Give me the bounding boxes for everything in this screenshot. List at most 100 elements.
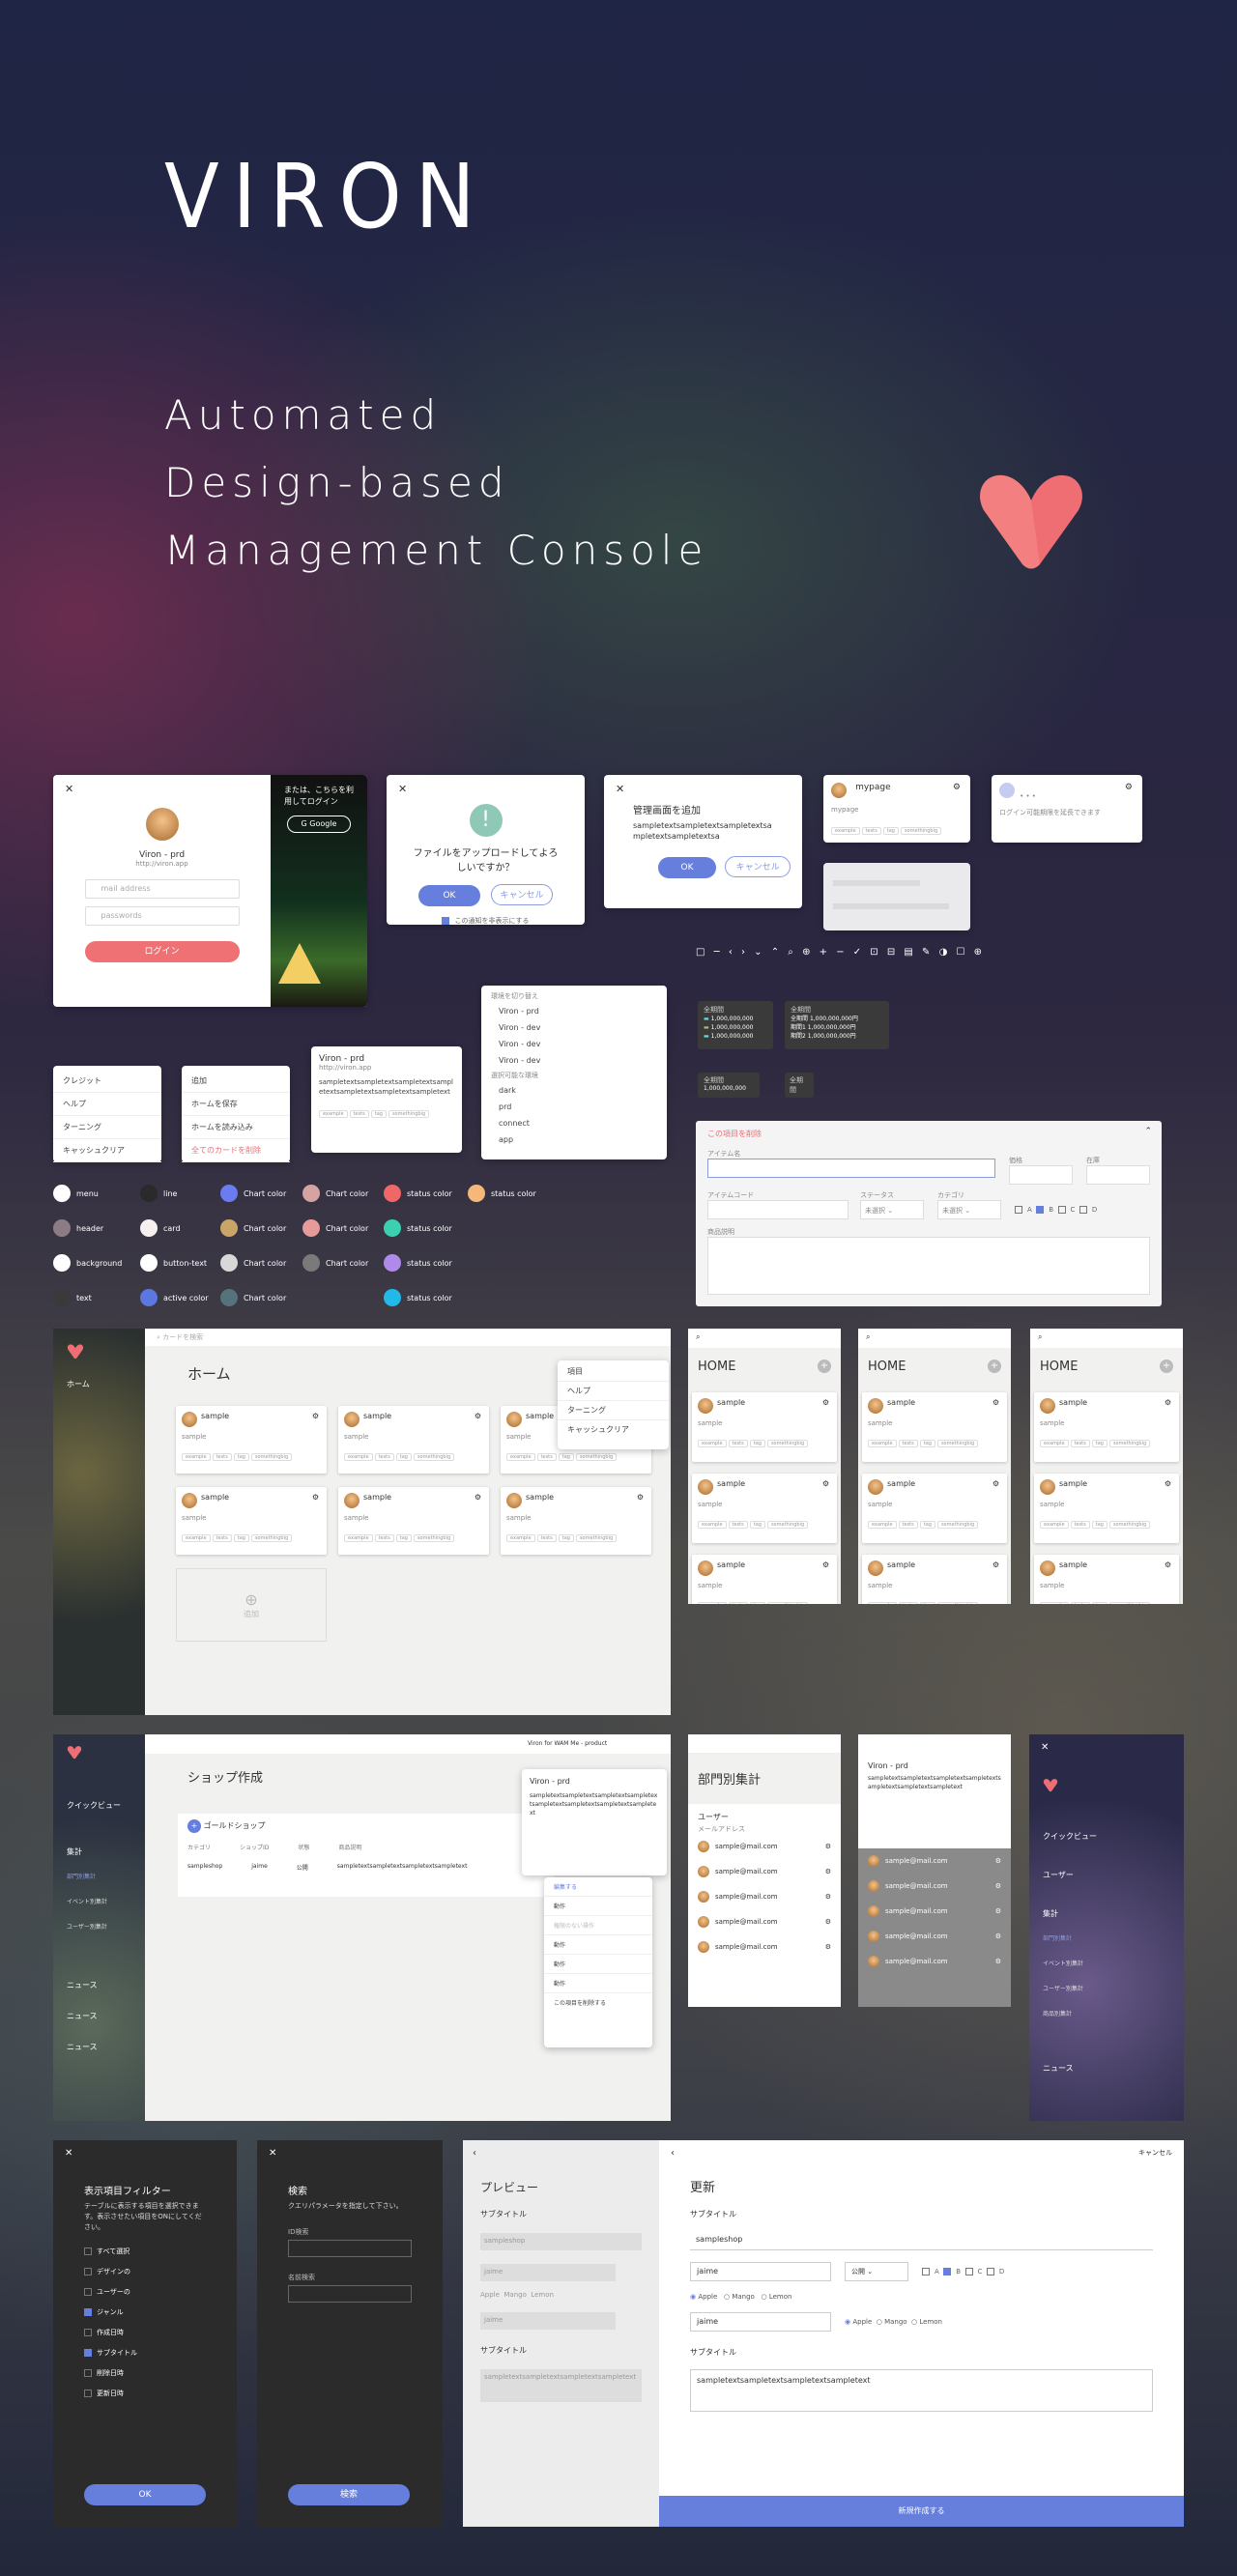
env-item[interactable]: Viron - dev (481, 1019, 667, 1036)
menu-item[interactable]: ホームを読み込み (182, 1116, 290, 1139)
radio[interactable]: ○ (724, 2293, 730, 2301)
list-item[interactable]: sample@mail.com ⚙ (858, 1899, 1011, 1924)
home-card[interactable]: sample ⚙ sample exampleteststagsomethingbig (862, 1392, 1007, 1462)
ok-button[interactable]: OK (84, 2484, 206, 2505)
menu-item[interactable]: 動作 (544, 1935, 652, 1955)
checkbox[interactable] (1015, 1206, 1022, 1214)
stock-input[interactable] (1086, 1165, 1150, 1185)
filter-option[interactable]: ユーザーの (84, 2287, 206, 2297)
plus-icon[interactable]: + (818, 1360, 831, 1373)
chevron-up-icon[interactable]: ⌃ (1144, 1127, 1152, 1136)
list-item[interactable]: sample@mail.com ⚙ (688, 1859, 841, 1884)
item-name-input[interactable] (707, 1159, 995, 1178)
gear-icon[interactable]: ⚙ (995, 1882, 1001, 1890)
close-icon[interactable]: ✕ (269, 2148, 276, 2159)
email-field[interactable]: mail address (84, 879, 240, 899)
checkbox[interactable] (84, 2369, 92, 2377)
menu-item[interactable]: この項目を削除する (544, 1993, 652, 2012)
gear-icon[interactable]: ⚙ (992, 1479, 999, 1488)
close-icon[interactable]: ✕ (398, 783, 407, 795)
home-card[interactable]: sample ⚙ sample exampleteststagsomethingbig (338, 1406, 489, 1474)
gear-icon[interactable]: ⚙ (637, 1493, 644, 1502)
env-item[interactable]: Viron - dev (481, 1036, 667, 1052)
search-input[interactable]: カードを検索 (162, 1333, 203, 1341)
radio[interactable]: ○ (877, 2318, 882, 2326)
back-icon[interactable]: ‹ (473, 2148, 476, 2159)
filter-option[interactable]: ジャンル (84, 2307, 206, 2317)
category-input[interactable]: jaime (690, 2312, 831, 2332)
plus-icon[interactable]: + (187, 1819, 201, 1833)
table-row[interactable]: sampleshop jaime 公開 sampletextsampletextsam… (178, 1855, 555, 1879)
nav-user[interactable]: ユーザー (1043, 1870, 1074, 1880)
menu-item[interactable]: ターニング (53, 1116, 161, 1139)
menu-item[interactable]: 動作 (544, 1897, 652, 1916)
name-search-input[interactable] (288, 2285, 412, 2303)
delete-link[interactable]: この項目を削除 (707, 1129, 1150, 1139)
home-card[interactable]: sample ⚙ sample exampleteststagsomethingbig (1034, 1392, 1179, 1462)
list-item[interactable]: sample@mail.com ⚙ (688, 1909, 841, 1934)
radio-selected[interactable]: ◉ (845, 2318, 850, 2326)
nav-item[interactable]: ユーザー別集計 (1043, 1984, 1083, 1992)
gear-icon[interactable]: ⚙ (995, 1907, 1001, 1915)
checkbox[interactable] (84, 2247, 92, 2255)
home-card[interactable]: sample ⚙ sample exampleteststagsomethingbig (862, 1555, 1007, 1604)
cancel-button[interactable]: キャンセル (491, 884, 554, 905)
close-icon[interactable]: ✕ (65, 2148, 72, 2159)
home-card[interactable]: sample ⚙ sample exampleteststagsomethingbig (692, 1474, 837, 1543)
login-button[interactable]: ログイン (84, 941, 240, 962)
gear-icon[interactable]: ⚙ (992, 1560, 999, 1569)
password-field[interactable]: passwords (84, 906, 240, 926)
close-icon[interactable]: ✕ (1041, 1742, 1049, 1753)
gear-icon[interactable]: ⚙ (995, 1857, 1001, 1865)
checkbox[interactable] (84, 2308, 92, 2316)
plus-icon[interactable]: + (988, 1360, 1001, 1373)
env-item[interactable]: dark (481, 1082, 667, 1099)
description-textarea[interactable] (707, 1237, 1150, 1295)
env-item[interactable]: connect (481, 1115, 667, 1131)
checkbox[interactable] (1079, 1206, 1087, 1214)
plus-icon[interactable]: + (1160, 1360, 1173, 1373)
list-item[interactable]: sample@mail.com ⚙ (858, 1949, 1011, 1974)
nav-news[interactable]: ニュース (1043, 2063, 1074, 2074)
checkbox[interactable] (1036, 1206, 1045, 1214)
list-item[interactable]: sample@mail.com ⚙ (858, 1924, 1011, 1949)
menu-item[interactable]: 動作 (544, 1974, 652, 1993)
close-icon[interactable]: ✕ (616, 783, 624, 795)
search-button[interactable]: 検索 (288, 2484, 410, 2505)
nav-item[interactable]: イベント別集計 (67, 1897, 107, 1905)
checkbox[interactable] (922, 2268, 930, 2275)
menu-item[interactable]: 編集する (544, 1877, 652, 1897)
gear-icon[interactable]: ⚙ (822, 1560, 829, 1569)
nav-quickview[interactable]: クイックビュー (67, 1800, 121, 1811)
long-text-area[interactable]: sampletextsampletextsampletextsampletext (690, 2369, 1153, 2412)
status-select[interactable]: 公開 ⌄ (845, 2262, 908, 2281)
nav-news[interactable]: ニュース (67, 2011, 98, 2021)
radio[interactable]: ○ (911, 2318, 917, 2326)
nav-item[interactable]: ユーザー別集計 (67, 1922, 107, 1931)
checkbox[interactable] (84, 2329, 92, 2336)
home-card[interactable]: sample ⚙ sample exampleteststagsomethingbig (692, 1555, 837, 1604)
google-login-button[interactable]: G Google (287, 816, 351, 833)
cancel-link[interactable]: キャンセル (1138, 2148, 1172, 2158)
filter-option[interactable]: 更新日時 (84, 2389, 206, 2398)
gear-icon[interactable]: ⚙ (825, 1918, 831, 1926)
checkbox[interactable] (1057, 1206, 1066, 1214)
code-input[interactable] (707, 1200, 849, 1219)
checkbox[interactable] (84, 2288, 92, 2296)
env-item[interactable]: app (481, 1131, 667, 1148)
home-card[interactable]: sample ⚙ sample exampleteststagsomethingbig (692, 1392, 837, 1462)
home-card[interactable]: sample ⚙ sample exampleteststagsomethingbig (862, 1474, 1007, 1543)
submit-button[interactable]: 新規作成する (659, 2496, 1184, 2527)
nav-item[interactable]: 部門別集計 (1043, 1933, 1072, 1942)
env-item[interactable]: Viron - dev (481, 1052, 667, 1069)
gear-icon[interactable]: ⚙ (312, 1412, 319, 1420)
nav-item[interactable]: イベント別集計 (1043, 1959, 1083, 1967)
list-item[interactable]: sample@mail.com ⚙ (688, 1834, 841, 1859)
extend-card[interactable]: • • • ⚙ ログイン可能期限を延長できます (992, 775, 1142, 843)
ok-button[interactable]: OK (658, 857, 716, 878)
env-item[interactable]: Viron - prd (481, 1003, 667, 1019)
gear-icon[interactable]: ⚙ (822, 1479, 829, 1488)
subtitle-input[interactable]: sampleshop (690, 2231, 1153, 2250)
checkbox[interactable] (964, 2268, 973, 2275)
checkbox[interactable] (84, 2390, 92, 2397)
